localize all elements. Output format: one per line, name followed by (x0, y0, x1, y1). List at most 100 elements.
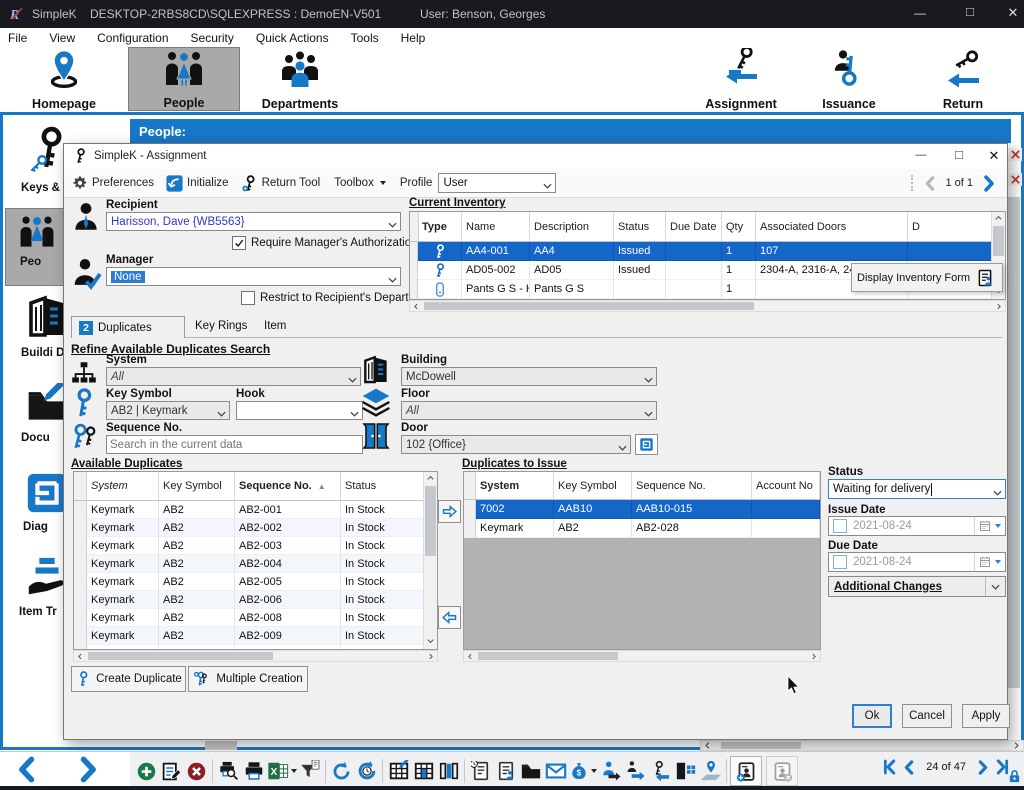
building-select[interactable]: McDowell (401, 367, 657, 386)
previous-page-icon[interactable] (14, 756, 41, 783)
remove-from-issue-button[interactable] (438, 606, 461, 629)
next-page-icon[interactable] (975, 760, 990, 775)
return-tool-button[interactable]: Return Tool (241, 175, 321, 192)
first-page-icon[interactable] (882, 759, 898, 775)
floor-select[interactable]: All (401, 401, 657, 420)
column-header[interactable]: Status (614, 212, 666, 241)
table-row[interactable]: KeymarkAB2AB2-004In Stock (74, 555, 437, 573)
dialog-minimize-button[interactable]: — (909, 149, 933, 161)
person-assignment-icon[interactable] (598, 758, 623, 784)
table-row[interactable]: AA4-001 AA4 Issued 1 107 (410, 242, 1005, 261)
dock-close-icon[interactable] (1009, 173, 1022, 186)
calendar-picker-button[interactable] (974, 553, 1005, 571)
add-to-issue-button[interactable] (438, 500, 461, 523)
menu-security[interactable]: Security (191, 31, 234, 45)
column-header[interactable]: Key Symbol (159, 472, 235, 500)
require-authorization-checkbox[interactable]: Require Manager's Authorization (232, 236, 418, 250)
additional-changes-expander[interactable]: Additional Changes (828, 576, 1006, 597)
filter-icon[interactable] (297, 758, 322, 784)
excel-export-icon[interactable] (266, 758, 297, 784)
table-row[interactable]: Keymark AB2 AB2-028 (464, 519, 820, 538)
column-header[interactable]: Key Symbol (554, 472, 632, 499)
grid-view-icon[interactable] (411, 758, 436, 784)
refresh-history-icon[interactable] (354, 758, 379, 784)
restrict-department-checkbox[interactable]: Restrict to Recipient's Department (241, 291, 434, 305)
edit-record-icon[interactable] (159, 758, 184, 784)
multiple-creation-button[interactable]: Multiple Creation (188, 666, 308, 692)
dialog-close-button[interactable]: ✕ (982, 148, 1006, 164)
column-header[interactable]: Status (341, 472, 424, 500)
checkbox-unchecked-icon[interactable] (241, 291, 255, 305)
sequence-search-input[interactable] (106, 435, 363, 454)
background-hscrollbar[interactable] (700, 740, 1024, 751)
print-preview-icon[interactable] (216, 758, 241, 784)
issue-hscrollbar[interactable] (463, 650, 821, 662)
departments-button[interactable]: Departments (250, 47, 350, 111)
initialize-button[interactable]: Initialize (166, 175, 229, 192)
columns-view-icon[interactable] (436, 758, 461, 784)
maximize-button[interactable]: □ (955, 4, 985, 19)
system-select[interactable]: All (106, 367, 361, 386)
tab-item[interactable]: Item (264, 320, 286, 332)
tab-key-rings[interactable]: Key Rings (195, 320, 247, 332)
dock-close-icon[interactable] (1009, 148, 1022, 161)
table-row[interactable]: KeymarkAB2AB2-003In Stock (74, 537, 437, 555)
menu-tools[interactable]: Tools (351, 31, 379, 45)
column-header[interactable]: Sequence No.▲ (235, 472, 341, 500)
inventory-hscrollbar[interactable] (409, 300, 1006, 312)
door-plan-button[interactable] (635, 434, 658, 455)
checkbox-checked-icon[interactable] (232, 236, 246, 250)
column-header[interactable]: Due Date (666, 212, 722, 241)
print-icon[interactable] (241, 758, 266, 784)
apply-button[interactable]: Apply (962, 704, 1010, 728)
date-checkbox-unchecked-icon[interactable] (833, 555, 847, 569)
table-row[interactable]: 7002 AAB10 AAB10-015 (464, 500, 820, 519)
key-return-icon[interactable] (648, 758, 673, 784)
tab-duplicates[interactable]: 2 Duplicates (71, 316, 185, 338)
issuance-button[interactable]: Issuance (807, 47, 891, 111)
background-scrollbar-thumb[interactable] (205, 741, 237, 750)
available-vscrollbar[interactable] (423, 472, 437, 649)
door-select[interactable]: 102 {Office} (401, 435, 631, 454)
column-header[interactable]: Account No (752, 472, 820, 499)
folder-icon[interactable] (518, 758, 543, 784)
email-icon[interactable] (543, 758, 568, 784)
return-button[interactable]: Return (922, 47, 1004, 111)
add-record-icon[interactable] (134, 758, 159, 784)
key-assignment-icon[interactable] (623, 758, 648, 784)
available-hscrollbar[interactable] (73, 650, 438, 662)
table-row[interactable]: KeymarkAB2AB2-005In Stock (74, 573, 437, 591)
column-header[interactable]: Sequence No. (632, 472, 752, 499)
sidebar-item-people[interactable]: Peo (5, 208, 69, 286)
create-duplicate-button[interactable]: Create Duplicate (71, 666, 186, 692)
minimize-button[interactable]: — (905, 6, 935, 20)
menu-help[interactable]: Help (401, 31, 426, 45)
column-header[interactable]: System (87, 472, 159, 500)
lock-icon[interactable] (1007, 768, 1022, 790)
menu-view[interactable]: View (49, 31, 75, 45)
column-header[interactable]: Description (530, 212, 614, 241)
date-checkbox-unchecked-icon[interactable] (833, 519, 847, 533)
column-header[interactable]: D (908, 212, 992, 241)
column-header[interactable]: Qty (722, 212, 756, 241)
table-row[interactable]: KeymarkAB2AB2-006In Stock (74, 591, 437, 609)
location-map-icon[interactable] (698, 758, 723, 784)
grid-edit-icon[interactable] (386, 758, 411, 784)
table-row[interactable]: KeymarkAB2AB2-008In Stock (74, 609, 437, 627)
toolbox-menu-button[interactable]: Toolbox (334, 177, 386, 189)
ok-button[interactable]: Ok (852, 704, 892, 728)
column-header[interactable]: System (476, 472, 554, 499)
issue-date-field[interactable]: 2021-08-24 (828, 516, 1006, 536)
column-header[interactable]: Associated Doors (756, 212, 908, 241)
scroll-left-icon[interactable] (704, 742, 711, 751)
status-select[interactable]: Waiting for delivery (828, 479, 1006, 499)
people-button[interactable]: People (128, 47, 240, 111)
menu-configuration[interactable]: Configuration (97, 31, 168, 45)
money-icon[interactable] (568, 758, 598, 784)
profile-select[interactable]: User (438, 173, 556, 193)
cancel-button[interactable]: Cancel (902, 704, 952, 728)
column-header[interactable]: Name (462, 212, 530, 241)
grip-handle[interactable] (911, 175, 917, 191)
document-person-icon[interactable] (493, 758, 518, 784)
next-record-icon[interactable] (980, 175, 997, 192)
